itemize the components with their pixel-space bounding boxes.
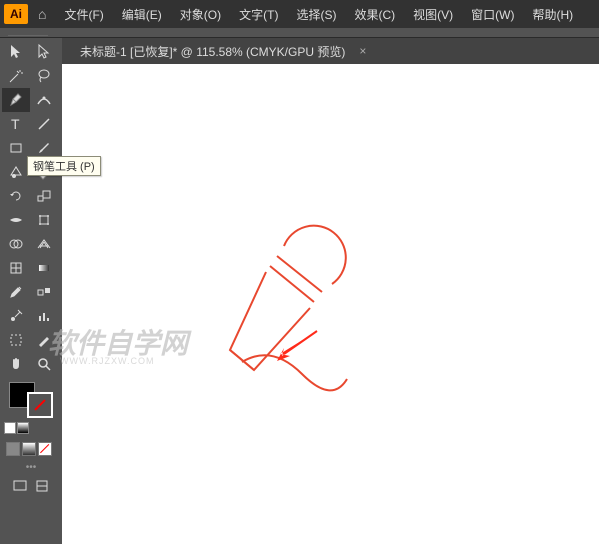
rotate-tool[interactable] <box>2 184 30 208</box>
perspective-grid-tool[interactable] <box>30 232 58 256</box>
direct-selection-tool[interactable] <box>30 40 58 64</box>
lasso-tool[interactable] <box>30 64 58 88</box>
swap-colors-icon[interactable] <box>17 422 29 434</box>
free-transform-tool[interactable] <box>30 208 58 232</box>
close-tab-icon[interactable]: × <box>359 44 366 58</box>
menu-bar: Ai ⌂ 文件(F) 编辑(E) 对象(O) 文字(T) 选择(S) 效果(C)… <box>0 0 599 28</box>
menu-edit[interactable]: 编辑(E) <box>114 4 170 25</box>
color-mode-solid[interactable] <box>6 442 20 456</box>
menu-window[interactable]: 窗口(W) <box>463 4 522 25</box>
stroke-color-swatch[interactable] <box>27 392 53 418</box>
menu-help[interactable]: 帮助(H) <box>524 4 581 25</box>
svg-text:T: T <box>11 116 20 132</box>
canvas-area: 未标题-1 [已恢复]* @ 115.58% (CMYK/GPU 预览) × <box>62 38 599 544</box>
scale-tool[interactable] <box>30 184 58 208</box>
menu-effect[interactable]: 效果(C) <box>346 4 403 25</box>
home-icon[interactable]: ⌂ <box>38 6 46 22</box>
canvas[interactable] <box>62 64 599 544</box>
curvature-tool[interactable] <box>30 88 58 112</box>
app-logo: Ai <box>4 4 28 24</box>
gradient-tool[interactable] <box>30 256 58 280</box>
pen-tool-tooltip: 钢笔工具 (P) <box>27 156 101 176</box>
control-bar <box>0 28 599 38</box>
mesh-tool[interactable] <box>2 256 30 280</box>
artboard-tool[interactable] <box>2 328 30 352</box>
zoom-tool[interactable] <box>30 352 58 376</box>
color-picker-area: ••• <box>2 376 60 503</box>
menu-type[interactable]: 文字(T) <box>231 4 286 25</box>
shape-builder-tool[interactable] <box>2 232 30 256</box>
selection-tool[interactable] <box>2 40 30 64</box>
type-tool[interactable]: T <box>2 112 30 136</box>
hand-tool[interactable] <box>2 352 30 376</box>
pen-tool[interactable] <box>2 88 30 112</box>
menu-select[interactable]: 选择(S) <box>288 4 344 25</box>
slice-tool[interactable] <box>30 328 58 352</box>
screen-mode-icon[interactable] <box>11 477 29 495</box>
default-colors-icon[interactable] <box>4 422 16 434</box>
menu-file[interactable]: 文件(F) <box>56 4 111 25</box>
document-tab[interactable]: 未标题-1 [已恢复]* @ 115.58% (CMYK/GPU 预览) × <box>80 43 366 60</box>
menu-view[interactable]: 视图(V) <box>405 4 461 25</box>
edit-toolbar-icon[interactable] <box>33 477 51 495</box>
annotation-arrow-icon <box>272 326 322 366</box>
blend-tool[interactable] <box>30 280 58 304</box>
color-mode-none[interactable] <box>38 442 52 456</box>
rectangle-tool[interactable] <box>2 136 30 160</box>
document-tab-bar: 未标题-1 [已恢复]* @ 115.58% (CMYK/GPU 预览) × <box>62 38 599 64</box>
eyedropper-tool[interactable] <box>2 280 30 304</box>
microphone-drawing <box>162 194 402 424</box>
toolbox-options-icon[interactable]: ••• <box>4 462 58 473</box>
magic-wand-tool[interactable] <box>2 64 30 88</box>
toolbox: T <box>0 38 62 544</box>
menu-object[interactable]: 对象(O) <box>172 4 229 25</box>
document-tab-label: 未标题-1 [已恢复]* @ 115.58% (CMYK/GPU 预览) <box>80 43 345 60</box>
color-mode-gradient[interactable] <box>22 442 36 456</box>
width-tool[interactable] <box>2 208 30 232</box>
line-segment-tool[interactable] <box>30 112 58 136</box>
shaper-tool[interactable] <box>2 160 30 184</box>
column-graph-tool[interactable] <box>30 304 58 328</box>
symbol-sprayer-tool[interactable] <box>2 304 30 328</box>
